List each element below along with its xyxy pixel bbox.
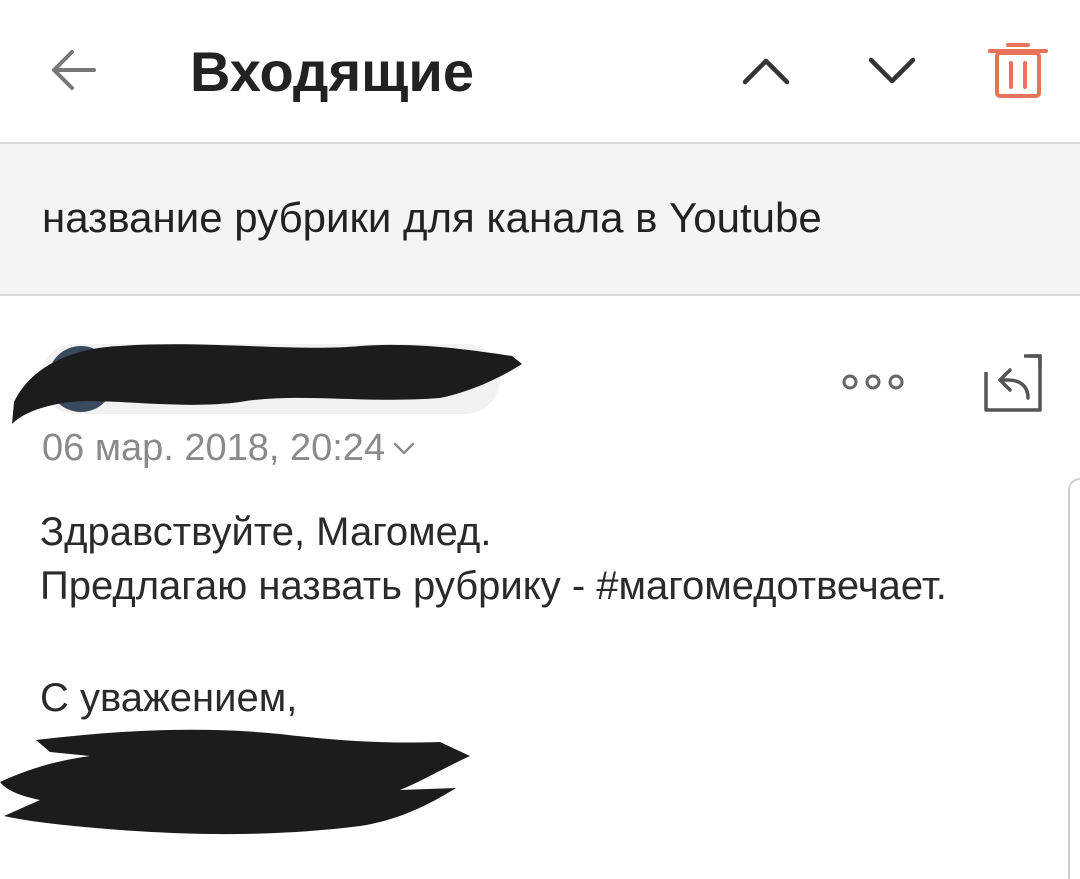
scrollbar[interactable]	[1068, 478, 1080, 879]
mail-message-screen: Входящие название рубрики для канала в Y…	[0, 0, 1080, 879]
signature-redaction-scribble	[0, 729, 470, 835]
